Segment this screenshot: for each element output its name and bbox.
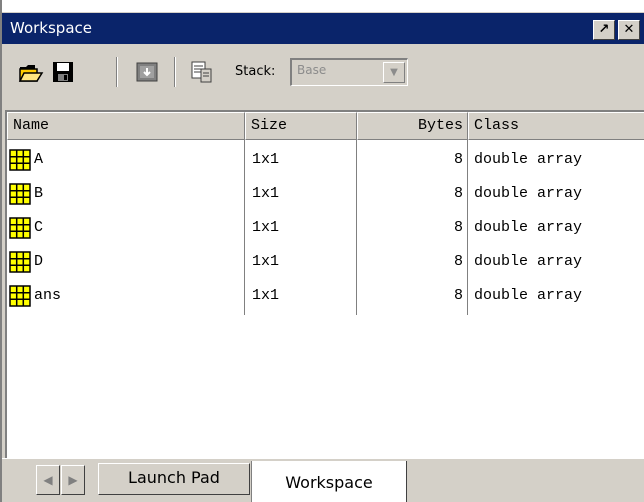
variable-name: A [34, 151, 44, 168]
chevron-left-icon: ◀ [43, 473, 53, 487]
array-grid-icon [9, 285, 31, 307]
array-grid-icon [9, 251, 31, 273]
tab-strip: ◀ ▶ Launch Pad Workspace [2, 458, 644, 502]
variable-bytes: 8 [453, 287, 463, 304]
column-header-size[interactable]: Size [245, 112, 357, 140]
table-row[interactable]: B 1x1 8 double array [7, 177, 644, 211]
workspace-table[interactable]: Name Size Bytes Class A 1x1 8 double arr… [5, 110, 644, 458]
variable-size: 1x1 [252, 151, 280, 168]
variable-size: 1x1 [252, 253, 280, 270]
stack-dropdown[interactable]: Base ▼ [290, 58, 408, 86]
undock-button[interactable]: ↗ [593, 20, 615, 40]
workspace-window: Workspace ↗ ✕ Stack: Base ▼ Name Size By… [0, 0, 644, 502]
tab-launch-pad[interactable]: Launch Pad [98, 463, 250, 495]
variable-name: D [34, 253, 44, 270]
variable-class: double array [474, 287, 583, 304]
chevron-right-icon: ▶ [68, 473, 78, 487]
dropdown-arrow-icon[interactable]: ▼ [383, 62, 405, 83]
table-row[interactable]: ans 1x1 8 double array [7, 279, 644, 313]
close-button[interactable]: ✕ [618, 20, 640, 40]
import-data-icon[interactable] [134, 59, 160, 85]
tab-scroll-right-button[interactable]: ▶ [61, 465, 85, 495]
variable-name: C [34, 219, 44, 236]
variable-name: ans [34, 287, 62, 304]
column-header-name[interactable]: Name [7, 112, 245, 140]
array-grid-icon [9, 149, 31, 171]
tab-scroll-left-button[interactable]: ◀ [36, 465, 60, 495]
delete-icon[interactable] [188, 59, 214, 85]
table-row[interactable]: C 1x1 8 double array [7, 211, 644, 245]
variable-class: double array [474, 185, 583, 202]
undock-arrow-icon: ↗ [598, 22, 610, 37]
close-icon: ✕ [623, 22, 635, 37]
column-header-class[interactable]: Class [468, 112, 644, 140]
toolbar-separator [116, 57, 118, 87]
toolbar: Stack: Base ▼ [2, 45, 644, 101]
table-row[interactable]: A 1x1 8 double array [7, 143, 644, 177]
table-header: Name Size Bytes Class [7, 112, 644, 140]
variable-class: double array [474, 253, 583, 270]
top-edge [2, 0, 644, 12]
title-bar[interactable]: Workspace ↗ ✕ [2, 12, 644, 44]
variable-size: 1x1 [252, 287, 280, 304]
array-grid-icon [9, 183, 31, 205]
column-header-bytes[interactable]: Bytes [357, 112, 468, 140]
variable-bytes: 8 [453, 253, 463, 270]
variable-size: 1x1 [252, 219, 280, 236]
open-folder-icon[interactable] [18, 59, 44, 85]
variable-name: B [34, 185, 44, 202]
table-row[interactable]: D 1x1 8 double array [7, 245, 644, 279]
variable-bytes: 8 [453, 185, 463, 202]
stack-value: Base [297, 63, 327, 77]
variable-size: 1x1 [252, 185, 280, 202]
tab-workspace[interactable]: Workspace [251, 461, 407, 502]
save-icon[interactable] [50, 59, 76, 85]
array-grid-icon [9, 217, 31, 239]
variable-class: double array [474, 219, 583, 236]
variable-bytes: 8 [453, 219, 463, 236]
stack-label: Stack: [235, 64, 276, 79]
toolbar-separator [174, 57, 176, 87]
variable-class: double array [474, 151, 583, 168]
variable-bytes: 8 [453, 151, 463, 168]
window-title: Workspace [10, 19, 92, 37]
